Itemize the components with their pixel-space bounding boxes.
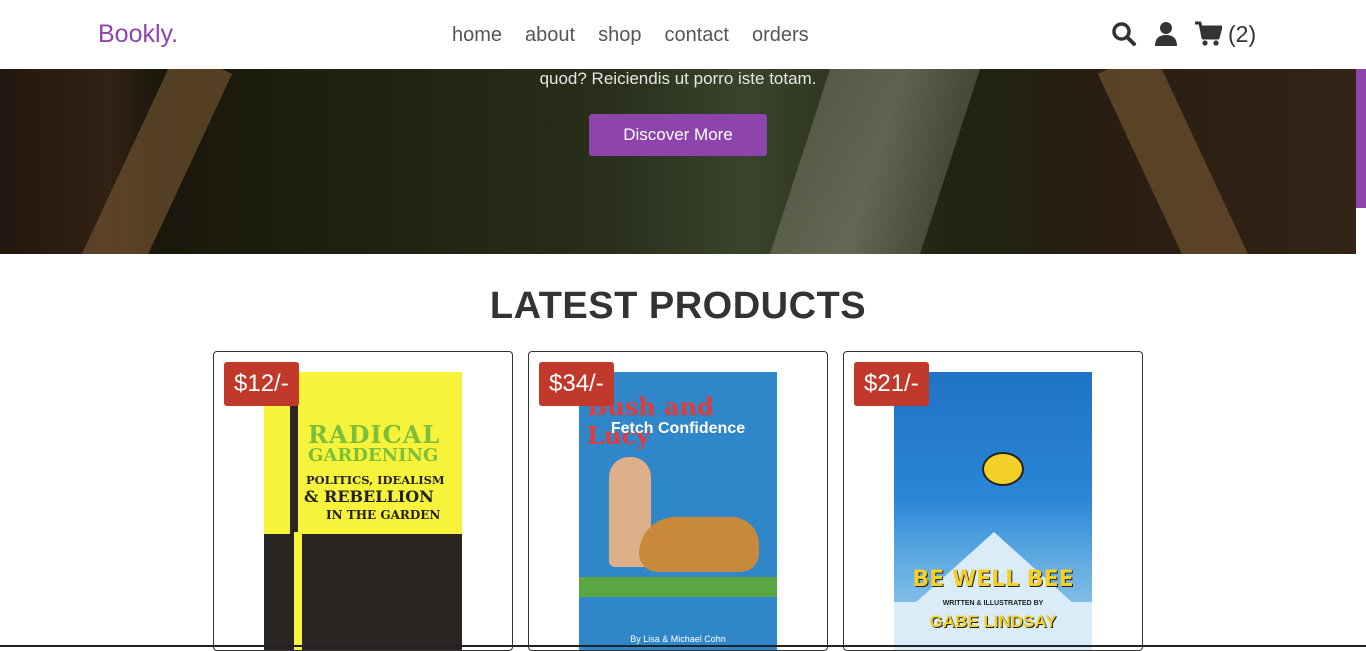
hero-decoration: [67, 69, 233, 254]
book-cover-image[interactable]: RADICAL GARDENING POLITICS, IDEALISM & R…: [264, 372, 462, 650]
nav-home[interactable]: home: [452, 24, 502, 47]
book-cover-image[interactable]: BE WELL BEE WRITTEN & ILLUSTRATED BY GAB…: [894, 372, 1092, 650]
cover-title: GARDENING: [308, 445, 439, 466]
cover-subtitle: POLITICS, IDEALISM: [306, 473, 445, 487]
cover-decoration: [579, 577, 777, 597]
main-nav: home about shop contact orders: [452, 24, 832, 47]
product-card[interactable]: $21/- BE WELL BEE WRITTEN & ILLUSTRATED …: [843, 351, 1143, 651]
discover-more-button[interactable]: Discover More: [589, 114, 767, 156]
nav-shop[interactable]: shop: [598, 24, 641, 47]
header: Bookly. home about shop contact orders (…: [0, 0, 1366, 69]
cover-illustration: [639, 517, 759, 572]
logo[interactable]: Bookly.: [98, 20, 178, 49]
price-badge: $34/-: [539, 362, 614, 406]
cart-icon[interactable]: [1194, 20, 1222, 48]
price-badge: $12/-: [224, 362, 299, 406]
product-card[interactable]: $12/- RADICAL GARDENING POLITICS, IDEALI…: [213, 351, 513, 651]
hero-decoration: [769, 69, 981, 254]
cover-author: GABE LINDSAY: [929, 612, 1057, 631]
cover-subtitle: IN THE GARDEN: [326, 508, 441, 522]
cover-title: BE WELL BEE: [912, 567, 1074, 592]
header-icons: (2): [1110, 20, 1256, 48]
hero-decoration: [1097, 69, 1263, 254]
cover-subtitle: Fetch Confidence: [610, 420, 746, 437]
cart-count[interactable]: (2): [1228, 21, 1256, 48]
nav-orders[interactable]: orders: [752, 24, 809, 47]
hero-text: quod? Reiciendis ut porro iste totam.: [539, 69, 817, 88]
price-badge: $21/-: [854, 362, 929, 406]
section-title: LATEST PRODUCTS: [489, 285, 867, 327]
cover-illustration: [982, 452, 1024, 486]
nav-contact[interactable]: contact: [664, 24, 728, 47]
cover-subtitle: WRITTEN & ILLUSTRATED BY: [942, 600, 1044, 607]
user-icon[interactable]: [1152, 20, 1180, 48]
book-cover-image[interactable]: Bush and Lucy Fetch Confidence By Lisa &…: [579, 372, 777, 650]
scrollbar-thumb[interactable]: [1356, 60, 1366, 208]
hero-banner: quod? Reiciendis ut porro iste totam. Di…: [0, 69, 1356, 254]
search-icon[interactable]: [1110, 20, 1138, 48]
cover-subtitle: & REBELLION: [304, 487, 434, 506]
nav-about[interactable]: about: [525, 24, 575, 47]
product-card[interactable]: $34/- Bush and Lucy Fetch Confidence By …: [528, 351, 828, 651]
cover-decoration: [294, 532, 302, 650]
cover-author: By Lisa & Michael Cohn: [630, 634, 726, 644]
